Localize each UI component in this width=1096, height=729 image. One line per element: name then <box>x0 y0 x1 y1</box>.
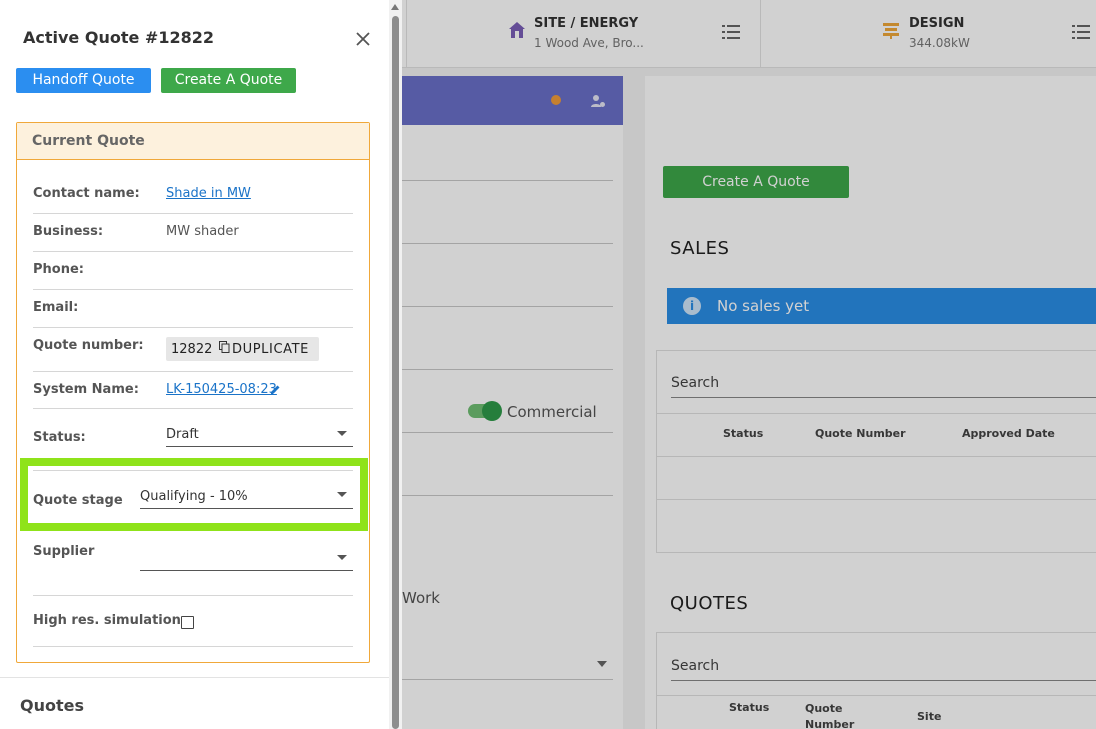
supplier-select[interactable] <box>140 550 353 571</box>
status-label: Status: <box>33 430 86 445</box>
row-divider <box>33 646 353 647</box>
handoff-quote-button[interactable]: Handoff Quote <box>16 68 151 93</box>
close-icon[interactable] <box>354 30 372 48</box>
quote-number-chip[interactable]: 12822 DUPLICATE <box>166 337 319 361</box>
row-divider <box>33 251 353 252</box>
quote-number-value: 12822 <box>171 342 213 357</box>
quote-stage-highlight <box>20 458 368 531</box>
chevron-down-icon <box>337 555 347 560</box>
row-divider <box>33 408 353 409</box>
active-quote-drawer: Active Quote #12822 Handoff Quote Create… <box>0 0 389 729</box>
row-divider <box>33 213 353 214</box>
business-label: Business: <box>33 224 104 239</box>
contact-name-label: Contact name: <box>33 186 140 201</box>
row-divider <box>33 371 353 372</box>
chevron-down-icon <box>337 431 347 436</box>
row-divider <box>33 595 353 596</box>
status-value: Draft <box>166 427 199 442</box>
quote-number-label: Quote number: <box>33 338 144 353</box>
pencil-icon[interactable] <box>270 384 281 395</box>
duplicate-button[interactable]: DUPLICATE <box>232 342 309 357</box>
section-divider <box>0 677 389 678</box>
email-label: Email: <box>33 300 79 315</box>
scrollbar-thumb[interactable] <box>392 16 399 729</box>
phone-label: Phone: <box>33 262 84 277</box>
contact-name-link[interactable]: Shade in MW <box>166 186 251 201</box>
drawer-title: Active Quote #12822 <box>23 28 214 47</box>
high-res-label: High res. simulation: <box>33 613 187 628</box>
row-divider <box>33 327 353 328</box>
row-divider <box>33 289 353 290</box>
system-name-link[interactable]: LK-150425-08:23 <box>166 382 277 397</box>
high-res-checkbox[interactable] <box>181 616 194 629</box>
create-quote-button[interactable]: Create A Quote <box>161 68 296 93</box>
business-value: MW shader <box>166 224 239 239</box>
system-name-label: System Name: <box>33 382 139 397</box>
copy-icon <box>219 341 230 353</box>
scroll-up-icon[interactable] <box>391 4 399 10</box>
status-select[interactable]: Draft <box>166 427 353 447</box>
current-quote-header: Current Quote <box>17 123 369 160</box>
quotes-heading: Quotes <box>20 696 85 715</box>
supplier-label: Supplier <box>33 544 95 559</box>
panel-heading: Current Quote <box>32 133 145 149</box>
